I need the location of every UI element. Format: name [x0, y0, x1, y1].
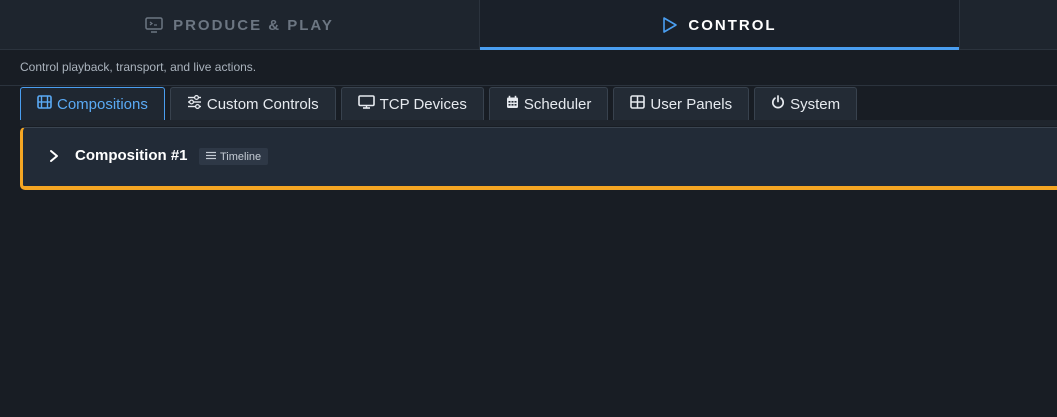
tab-label: System [790, 95, 841, 113]
tab-system[interactable]: System [754, 87, 858, 120]
grid-icon [630, 95, 646, 113]
tab-label: Scheduler [523, 95, 592, 113]
mode-tab-control[interactable]: CONTROL [480, 0, 960, 50]
tab-custom-controls[interactable]: Custom Controls [169, 87, 336, 120]
film-icon [37, 95, 52, 113]
tab-label: User Panels [650, 95, 733, 113]
composition-card[interactable]: Composition #1 Timeline [20, 127, 1057, 190]
mode-tab-control-label: CONTROL [688, 16, 777, 34]
tab-tcp-devices[interactable]: TCP Devices [340, 87, 484, 120]
tabbar-baseline [20, 120, 1057, 126]
tab-user-panels[interactable]: User Panels [613, 87, 750, 120]
tab-compositions[interactable]: Compositions [20, 87, 165, 120]
monitor-code-icon [145, 17, 163, 33]
section-tabbar: Compositions Custom Controls TCP Devices [20, 87, 858, 120]
mode-tab-produce-label: PRODUCE & PLAY [173, 16, 334, 34]
chevron-right-icon[interactable] [47, 148, 61, 164]
tab-label: TCP Devices [379, 95, 467, 113]
top-mode-nav: PRODUCE & PLAY CONTROL [0, 0, 1057, 50]
tab-label: Compositions [57, 95, 148, 113]
divider [0, 85, 1057, 86]
tab-label: Custom Controls [206, 95, 319, 113]
tab-scheduler[interactable]: Scheduler [488, 87, 609, 120]
power-icon [771, 95, 785, 113]
page-subtitle: Control playback, transport, and live ac… [20, 60, 257, 74]
play-triangle-icon [662, 16, 678, 34]
calendar-icon [506, 95, 519, 113]
sliders-icon [187, 94, 202, 113]
composition-name: Composition #1 [75, 147, 188, 164]
mode-tab-produce-play[interactable]: PRODUCE & PLAY [0, 0, 480, 50]
badge-label: Timeline [220, 150, 262, 163]
composition-type-badge: Timeline [199, 148, 269, 165]
monitor-icon [357, 95, 375, 113]
list-icon [206, 151, 216, 163]
